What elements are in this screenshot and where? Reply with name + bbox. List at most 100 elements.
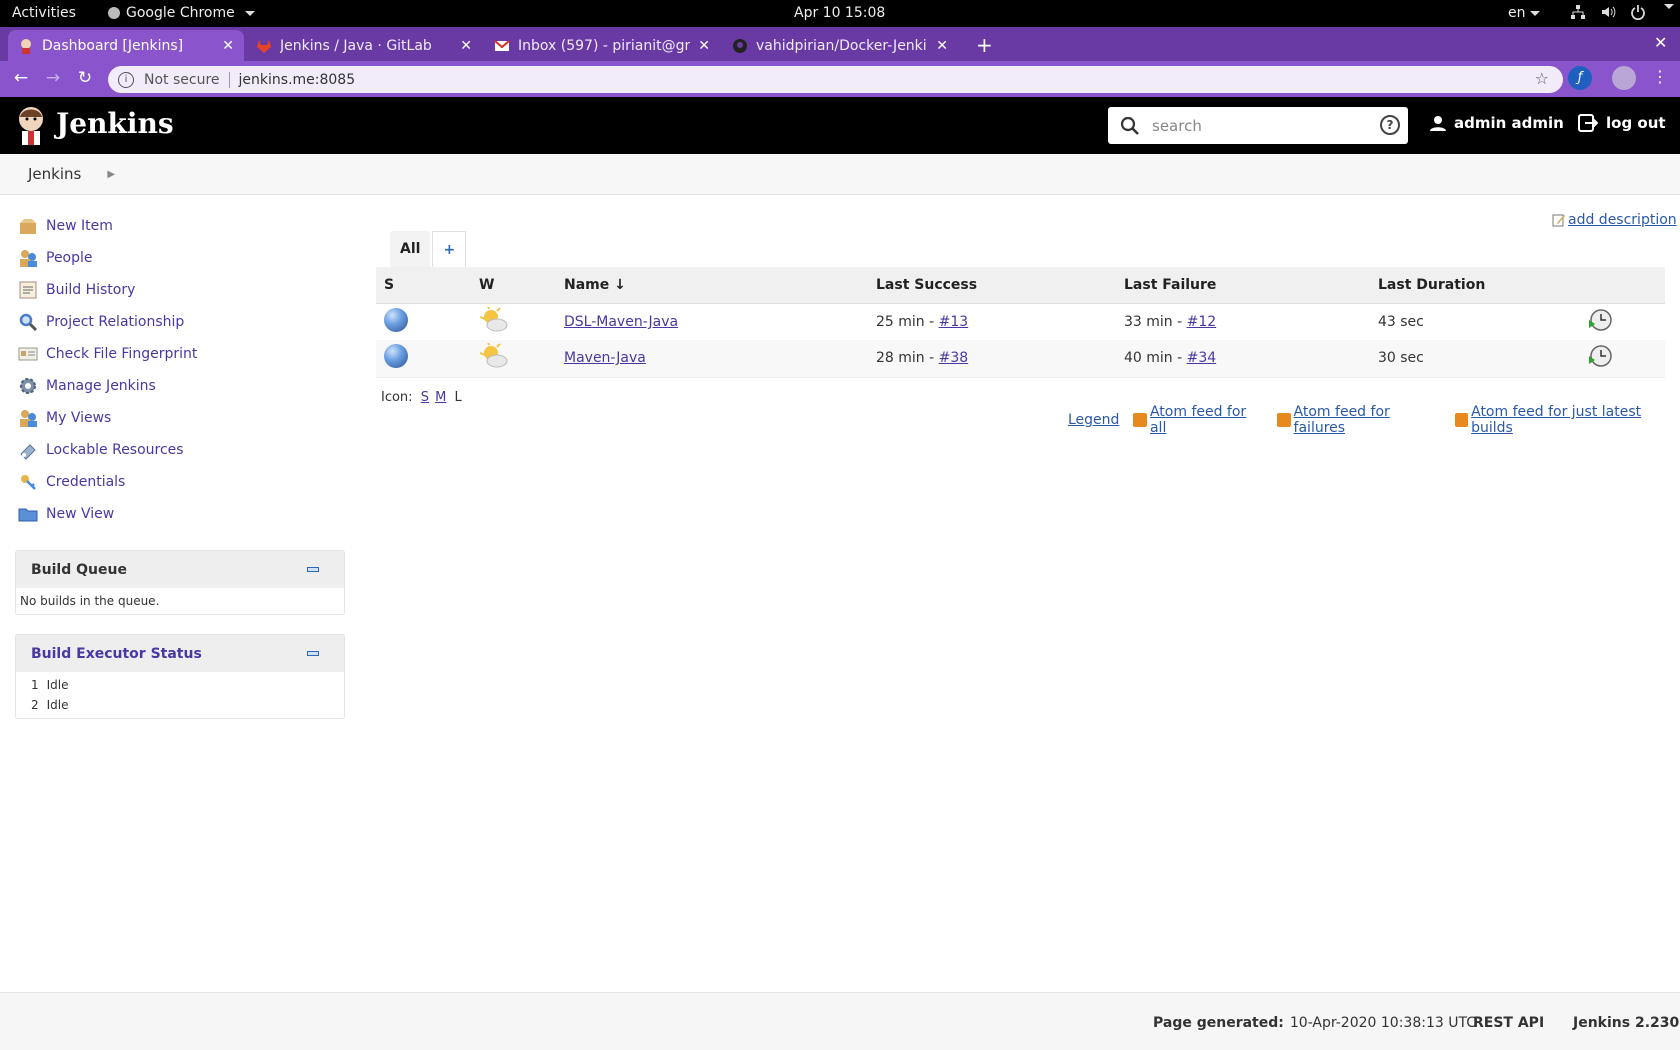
add-view-tab[interactable]: + bbox=[432, 231, 467, 267]
browser-tab-gmail[interactable]: Inbox (597) - pirianit@gm ✕ bbox=[484, 30, 720, 61]
language-indicator[interactable]: en bbox=[1508, 5, 1540, 21]
task-label[interactable]: My Views bbox=[46, 410, 111, 426]
collapse-icon[interactable] bbox=[307, 651, 319, 656]
feed-latest[interactable]: Atom feed for just latest builds bbox=[1454, 404, 1680, 436]
close-icon[interactable]: ✕ bbox=[698, 38, 710, 54]
feed-failures-link[interactable]: Atom feed for failures bbox=[1294, 404, 1441, 436]
url-text[interactable]: jenkins.me:8085 bbox=[239, 72, 356, 88]
jenkins-brand[interactable]: Jenkins bbox=[56, 107, 174, 140]
status-ball-icon[interactable] bbox=[384, 307, 408, 332]
bookmark-star-icon[interactable]: ☆ bbox=[1535, 69, 1549, 88]
feed-latest-link[interactable]: Atom feed for just latest builds bbox=[1471, 404, 1680, 436]
browser-tab-jenkins[interactable]: Dashboard [Jenkins] ✕ bbox=[8, 30, 244, 61]
chevron-down-icon bbox=[244, 10, 255, 16]
feed-all[interactable]: Atom feed for all bbox=[1133, 404, 1263, 436]
info-icon[interactable]: i bbox=[118, 71, 134, 88]
back-arrow-icon[interactable]: ← bbox=[10, 68, 32, 88]
task-new-view[interactable]: New View bbox=[18, 498, 197, 530]
column-status[interactable]: S bbox=[376, 267, 471, 304]
jenkins-header: Jenkins ? admin admin log out bbox=[0, 97, 1680, 154]
more-vertical-icon[interactable]: ⋮ bbox=[1652, 67, 1668, 86]
collapse-icon[interactable] bbox=[307, 567, 319, 572]
schedule-build-icon[interactable] bbox=[1588, 344, 1612, 368]
chevron-right-icon[interactable]: ▶ bbox=[107, 169, 115, 180]
last-success-build-link[interactable]: #13 bbox=[939, 314, 969, 330]
logout-link[interactable]: log out bbox=[1578, 114, 1666, 132]
search-input[interactable] bbox=[1152, 116, 1372, 135]
task-label[interactable]: Project Relationship bbox=[46, 314, 184, 330]
close-icon[interactable]: ✕ bbox=[222, 38, 234, 54]
job-name-link[interactable]: Maven-Java bbox=[564, 350, 646, 366]
weather-partly-sunny-icon[interactable] bbox=[479, 343, 509, 369]
build-executor-pane: Build Executor Status 1 Idle 2 Idle bbox=[15, 634, 345, 719]
logout-icon bbox=[1578, 114, 1598, 132]
job-name-link[interactable]: DSL-Maven-Java bbox=[564, 314, 678, 330]
column-weather[interactable]: W bbox=[471, 267, 556, 304]
close-icon[interactable]: ✕ bbox=[460, 38, 472, 54]
task-people[interactable]: People bbox=[18, 242, 197, 274]
window-close-icon[interactable]: ✕ bbox=[1654, 33, 1667, 52]
app-menu[interactable]: Google Chrome bbox=[108, 5, 255, 21]
close-icon[interactable]: ✕ bbox=[936, 38, 948, 54]
task-my-views[interactable]: My Views bbox=[18, 402, 197, 434]
task-label[interactable]: New Item bbox=[46, 218, 113, 234]
chevron-down-icon bbox=[1664, 4, 1674, 9]
column-last-success[interactable]: Last Success bbox=[868, 267, 1116, 304]
volume-icon bbox=[1602, 6, 1616, 18]
forward-arrow-icon[interactable]: → bbox=[42, 68, 64, 88]
task-label[interactable]: Check File Fingerprint bbox=[46, 346, 197, 362]
status-ball-icon[interactable] bbox=[384, 344, 408, 369]
last-success-build-link[interactable]: #38 bbox=[939, 350, 969, 366]
executor-number: 1 bbox=[31, 678, 39, 692]
column-name[interactable]: Name ↓ bbox=[556, 267, 868, 304]
executor-state: Idle bbox=[46, 678, 69, 692]
task-lockable-resources[interactable]: Lockable Resources bbox=[18, 434, 197, 466]
rest-api-link[interactable]: REST API bbox=[1473, 1015, 1544, 1031]
breadcrumb-jenkins[interactable]: Jenkins bbox=[28, 165, 81, 183]
task-check-file-fingerprint[interactable]: Check File Fingerprint bbox=[18, 338, 197, 370]
build-executor-title[interactable]: Build Executor Status bbox=[31, 646, 202, 662]
tab-all[interactable]: All bbox=[390, 231, 431, 267]
task-label[interactable]: Build History bbox=[46, 282, 135, 298]
user-link[interactable]: admin admin bbox=[1430, 114, 1564, 132]
icon-size-small[interactable]: S bbox=[421, 390, 429, 405]
task-credentials[interactable]: Credentials bbox=[18, 466, 197, 498]
column-last-failure[interactable]: Last Failure bbox=[1116, 267, 1370, 304]
extension-icon[interactable]: ƒ bbox=[1568, 66, 1592, 90]
task-manage-jenkins[interactable]: Manage Jenkins bbox=[18, 370, 197, 402]
add-description-label[interactable]: add description bbox=[1568, 212, 1677, 228]
reload-icon[interactable]: ↻ bbox=[74, 68, 96, 88]
task-new-item[interactable]: New Item bbox=[18, 210, 197, 242]
task-label[interactable]: People bbox=[46, 250, 93, 266]
browser-tab-github[interactable]: vahidpirian/Docker-Jenki ✕ bbox=[722, 30, 958, 61]
system-menu[interactable] bbox=[1570, 4, 1674, 20]
system-top-bar: Activities Google Chrome Apr 10 15:08 en bbox=[0, 0, 1680, 27]
profile-avatar[interactable] bbox=[1612, 66, 1636, 90]
add-description-link[interactable]: add description bbox=[1552, 212, 1677, 228]
search-box[interactable]: ? bbox=[1108, 107, 1408, 144]
column-last-duration[interactable]: Last Duration bbox=[1370, 267, 1580, 304]
feed-all-link[interactable]: Atom feed for all bbox=[1150, 404, 1263, 436]
new-tab-button[interactable]: + bbox=[976, 33, 993, 57]
jenkins-logo-icon[interactable] bbox=[16, 105, 46, 145]
clock[interactable]: Apr 10 15:08 bbox=[794, 5, 885, 21]
help-icon[interactable]: ? bbox=[1380, 115, 1400, 135]
task-label[interactable]: Manage Jenkins bbox=[46, 378, 156, 394]
task-project-relationship[interactable]: Project Relationship bbox=[18, 306, 197, 338]
task-build-history[interactable]: Build History bbox=[18, 274, 197, 306]
task-label[interactable]: Credentials bbox=[46, 474, 125, 490]
projects-table: S W Name ↓ Last Success Last Failure Las… bbox=[376, 267, 1665, 378]
legend-link[interactable]: Legend bbox=[1068, 412, 1119, 428]
weather-partly-sunny-icon[interactable] bbox=[479, 306, 509, 333]
task-label[interactable]: New View bbox=[46, 506, 114, 522]
last-failure-build-link[interactable]: #34 bbox=[1187, 350, 1217, 366]
address-bar[interactable]: i Not secure jenkins.me:8085 ☆ bbox=[108, 66, 1563, 93]
browser-tab-gitlab[interactable]: Jenkins / Java · GitLab ✕ bbox=[246, 30, 482, 61]
task-label[interactable]: Lockable Resources bbox=[46, 442, 184, 458]
activities-button[interactable]: Activities bbox=[12, 5, 76, 21]
feed-failures[interactable]: Atom feed for failures bbox=[1277, 404, 1441, 436]
last-failure-build-link[interactable]: #12 bbox=[1187, 314, 1217, 330]
jenkins-version-link[interactable]: Jenkins 2.230 bbox=[1573, 1015, 1679, 1031]
icon-size-medium[interactable]: M bbox=[435, 390, 446, 405]
schedule-build-icon[interactable] bbox=[1588, 308, 1612, 332]
